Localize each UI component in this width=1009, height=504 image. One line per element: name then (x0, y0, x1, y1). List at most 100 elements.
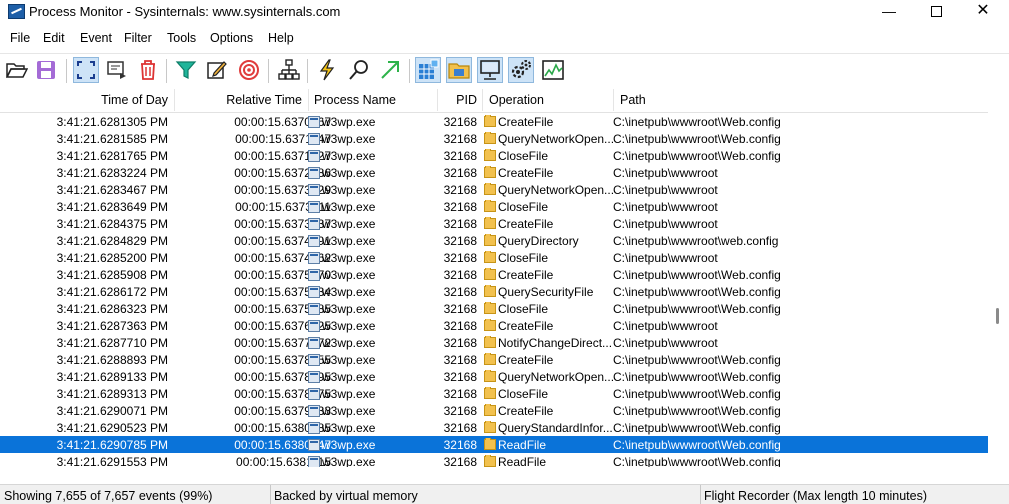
toolbar (0, 53, 1009, 88)
cell-operation-text: CloseFile (498, 149, 549, 163)
cell-pid: 32168 (443, 166, 477, 180)
process-monitor-app-icon (8, 4, 25, 19)
column-header-process-name[interactable]: Process Name (314, 93, 396, 107)
menu-help[interactable]: Help (268, 31, 294, 45)
cell-pid: 32168 (443, 370, 477, 384)
file-operation-icon (484, 183, 496, 195)
highlight-icon[interactable] (204, 57, 230, 83)
menu-options[interactable]: Options (210, 31, 253, 45)
table-row[interactable]: 3:41:21.6289133 PM 00:00:15.6378695 w3wp.e… (0, 368, 988, 385)
profiling-events-icon[interactable] (540, 57, 566, 83)
status-event-count: Showing 7,655 of 7,657 events (99%) (4, 489, 213, 503)
cell-operation: QueryNetworkOpen... (484, 370, 614, 384)
file-operation-icon (484, 132, 496, 144)
cell-path: C:\inetpub\wwwroot\web.config (613, 234, 779, 248)
menu-event[interactable]: Event (80, 31, 112, 45)
filesystem-activity-icon[interactable] (446, 57, 472, 83)
process-tree-icon[interactable] (276, 57, 302, 83)
menu-tools[interactable]: Tools (167, 31, 196, 45)
table-row[interactable]: 3:41:21.6288893 PM 00:00:15.6378455 w3wp.e… (0, 351, 988, 368)
process-icon (308, 201, 320, 213)
delete-icon[interactable] (135, 57, 161, 83)
table-row[interactable]: 3:41:21.6285200 PM 00:00:15.6374762 w3wp.e… (0, 249, 988, 266)
open-icon[interactable] (4, 57, 30, 83)
table-row[interactable]: 3:41:21.6283649 PM 00:00:15.6373211 w3wp.e… (0, 198, 988, 215)
cell-process-name-text: w3wp.exe (322, 421, 376, 435)
cell-pid: 32168 (443, 183, 477, 197)
cell-path: C:\inetpub\wwwroot (613, 336, 718, 350)
table-row[interactable]: 3:41:21.6283224 PM 00:00:15.6372786 w3wp.e… (0, 164, 988, 181)
table-row[interactable]: 3:41:21.6283467 PM 00:00:15.6373029 w3wp.e… (0, 181, 988, 198)
cell-process-name: w3wp.exe (308, 319, 375, 333)
cell-process-name: w3wp.exe (308, 115, 375, 129)
cell-process-name-text: w3wp.exe (322, 234, 376, 248)
event-properties-icon[interactable] (314, 57, 340, 83)
event-rows: 3:41:21.6281305 PM 00:00:15.6370867 w3wp.e… (0, 113, 988, 467)
cell-operation: ReadFile (484, 455, 614, 467)
column-header-pid[interactable]: PID (456, 93, 477, 107)
column-header-path[interactable]: Path (620, 93, 646, 107)
maximize-button[interactable] (913, 0, 959, 24)
cell-pid: 32168 (443, 200, 477, 214)
registry-activity-icon[interactable] (415, 57, 441, 83)
cell-path: C:\inetpub\wwwroot\Web.config (613, 285, 781, 299)
cell-time-of-day: 3:41:21.6289313 PM (56, 387, 168, 401)
filter-icon[interactable] (173, 57, 199, 83)
cell-operation-text: QueryNetworkOpen... (498, 132, 614, 146)
menu-filter[interactable]: Filter (124, 31, 152, 45)
column-header-operation[interactable]: Operation (489, 93, 544, 107)
cell-operation-text: CloseFile (498, 251, 549, 265)
table-row[interactable]: 3:41:21.6284375 PM 00:00:15.6373937 w3wp.e… (0, 215, 988, 232)
network-activity-icon[interactable] (477, 57, 503, 83)
horizontal-scrollbar[interactable] (0, 467, 988, 479)
jump-to-icon[interactable] (377, 57, 403, 83)
vertical-scrollbar[interactable] (988, 88, 1009, 467)
table-row[interactable]: 3:41:21.6287363 PM 00:00:15.6376925 w3wp.e… (0, 317, 988, 334)
cell-path: C:\inetpub\wwwroot\Web.config (613, 268, 781, 282)
close-button[interactable]: ✕ (960, 0, 1006, 24)
clear-display-icon[interactable] (104, 57, 130, 83)
menu-edit[interactable]: Edit (43, 31, 65, 45)
autoscroll-icon[interactable] (73, 57, 99, 83)
table-row[interactable]: 3:41:21.6289313 PM 00:00:15.6378875 w3wp.e… (0, 385, 988, 402)
table-row[interactable]: 3:41:21.6286323 PM 00:00:15.6375885 w3wp.e… (0, 300, 988, 317)
file-operation-icon (484, 285, 496, 297)
table-row[interactable]: 3:41:21.6290071 PM 00:00:15.6379633 w3wp.e… (0, 402, 988, 419)
table-row[interactable]: 3:41:21.6281585 PM 00:00:15.6371147 w3wp.e… (0, 130, 988, 147)
table-row[interactable]: 3:41:21.6290523 PM 00:00:15.6380085 w3wp.e… (0, 419, 988, 436)
file-operation-icon (484, 251, 496, 263)
table-row[interactable]: 3:41:21.6290785 PM 00:00:15.6380347 w3wp.e… (0, 436, 988, 453)
cell-process-name: w3wp.exe (308, 370, 375, 384)
cell-process-name-text: w3wp.exe (322, 183, 376, 197)
minimize-button[interactable]: — (866, 0, 912, 24)
file-operation-icon (484, 387, 496, 399)
menu-file[interactable]: File (10, 31, 30, 45)
process-icon (308, 456, 320, 467)
cell-process-name-text: w3wp.exe (322, 251, 376, 265)
table-row[interactable]: 3:41:21.6291553 PM 00:00:15.6381115 w3wp.e… (0, 453, 988, 467)
table-row[interactable]: 3:41:21.6281305 PM 00:00:15.6370867 w3wp.e… (0, 113, 988, 130)
include-process-icon[interactable] (236, 57, 262, 83)
cell-time-of-day: 3:41:21.6284375 PM (56, 217, 168, 231)
table-row[interactable]: 3:41:21.6281765 PM 00:00:15.6371327 w3wp.e… (0, 147, 988, 164)
table-row[interactable]: 3:41:21.6287710 PM 00:00:15.6377272 w3wp.e… (0, 334, 988, 351)
cell-operation-text: CloseFile (498, 302, 549, 316)
cell-pid: 32168 (443, 217, 477, 231)
event-list[interactable]: Time of Day Relative Time Process Name P… (0, 88, 988, 467)
table-row[interactable]: 3:41:21.6285908 PM 00:00:15.6375470 w3wp.e… (0, 266, 988, 283)
column-header-relative-time[interactable]: Relative Time (226, 93, 302, 107)
cell-process-name: w3wp.exe (308, 132, 375, 146)
cell-path: C:\inetpub\wwwroot\Web.config (613, 132, 781, 146)
scrollbar-thumb[interactable] (996, 308, 999, 324)
cell-path: C:\inetpub\wwwroot\Web.config (613, 149, 781, 163)
save-icon[interactable] (33, 57, 59, 83)
table-row[interactable]: 3:41:21.6284829 PM 00:00:15.6374391 w3wp.e… (0, 232, 988, 249)
cell-path: C:\inetpub\wwwroot\Web.config (613, 438, 781, 452)
find-icon[interactable] (346, 57, 372, 83)
table-row[interactable]: 3:41:21.6286172 PM 00:00:15.6375734 w3wp.e… (0, 283, 988, 300)
process-thread-activity-icon[interactable] (508, 57, 534, 83)
cell-time-of-day: 3:41:21.6286172 PM (56, 285, 168, 299)
cell-process-name: w3wp.exe (308, 149, 375, 163)
column-header-time[interactable]: Time of Day (101, 93, 168, 107)
file-operation-icon (484, 234, 496, 246)
